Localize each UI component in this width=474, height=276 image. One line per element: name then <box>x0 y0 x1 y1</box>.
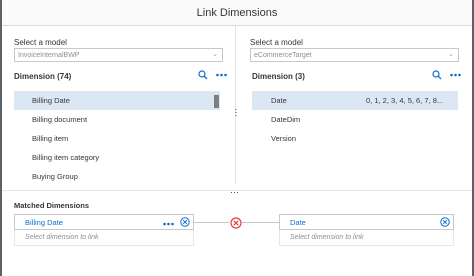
placeholder-text: Select dimension to link <box>25 234 99 241</box>
left-select-dimension-placeholder[interactable]: Select dimension to link <box>14 230 194 246</box>
list-item-label: Version <box>271 134 297 143</box>
list-item-label: Billing document <box>32 115 88 124</box>
left-model-select-value: InvoiceInternalBWP <box>18 51 80 59</box>
more-options-icon[interactable] <box>216 73 227 77</box>
chevron-down-icon: ⌄ <box>212 51 218 58</box>
matched-left-dimension[interactable]: Billing Date <box>14 214 194 230</box>
link-dimensions-dialog: Link Dimensions Select a model InvoiceIn… <box>2 0 472 276</box>
horizontal-divider <box>2 190 472 191</box>
search-icon[interactable] <box>432 70 442 80</box>
matched-left-label: Billing Date <box>25 217 63 227</box>
right-select-label: Select a model <box>250 38 303 47</box>
more-options-icon[interactable] <box>450 73 461 77</box>
dialog-title: Link Dimensions <box>196 6 278 19</box>
right-model-select[interactable]: eCommerceTarget ⌄ <box>250 48 459 62</box>
horizontal-resize-handle[interactable]: ··· <box>230 187 239 197</box>
list-item-label: DateDim <box>271 115 301 124</box>
left-dimension-header: Dimension (74) <box>14 72 72 81</box>
list-item[interactable]: Version <box>252 129 458 148</box>
right-dimension-list: Date 0, 1, 2, 3, 4, 5, 6, 7, 8... DateDi… <box>252 91 458 148</box>
dialog-header: Link Dimensions <box>2 0 472 26</box>
list-item-label: Billing Date <box>32 96 70 105</box>
list-item[interactable]: Date 0, 1, 2, 3, 4, 5, 6, 7, 8... <box>252 91 458 110</box>
list-item[interactable]: Billing document <box>14 110 220 129</box>
search-icon[interactable] <box>198 70 208 80</box>
matched-right-label: Date <box>290 217 306 227</box>
list-item-label: Billing item <box>32 134 69 143</box>
link-connector <box>242 222 279 223</box>
matched-dimensions-title: Matched Dimensions <box>14 201 90 210</box>
right-model-select-value: eCommerceTarget <box>254 51 312 59</box>
vertical-resize-handle[interactable]: · · · <box>233 105 239 120</box>
link-connector <box>194 222 229 223</box>
list-item[interactable]: Billing Date <box>14 91 220 110</box>
list-item[interactable]: Buying Group <box>14 167 220 186</box>
more-options-icon[interactable] <box>163 219 174 228</box>
list-item-label: Billing item category <box>32 153 100 162</box>
placeholder-text: Select dimension to link <box>290 234 364 241</box>
right-select-dimension-placeholder[interactable]: Select dimension to link <box>279 230 454 246</box>
left-model-pane: Select a model InvoiceInternalBWP ⌄ Dime… <box>2 26 234 184</box>
remove-icon[interactable] <box>180 217 190 229</box>
left-model-select[interactable]: InvoiceInternalBWP ⌄ <box>14 48 223 62</box>
matched-right-dimension[interactable]: Date <box>279 214 454 230</box>
right-model-pane: Select a model eCommerceTarget ⌄ Dimensi… <box>240 26 472 184</box>
list-item[interactable]: Billing item <box>14 129 220 148</box>
scrollbar-thumb[interactable] <box>214 95 219 108</box>
chevron-down-icon: ⌄ <box>448 51 454 58</box>
list-item-label: Date <box>271 96 287 105</box>
left-select-label: Select a model <box>14 38 67 47</box>
unlink-icon[interactable] <box>230 216 242 229</box>
dimension-values-preview: 0, 1, 2, 3, 4, 5, 6, 7, 8... <box>366 96 444 105</box>
list-item[interactable]: DateDim <box>252 110 458 129</box>
left-dimension-list: Billing Date Billing document Billing it… <box>14 91 220 186</box>
right-dimension-header: Dimension (3) <box>252 72 305 81</box>
list-item[interactable]: Billing item category <box>14 148 220 167</box>
remove-icon[interactable] <box>440 217 450 229</box>
list-item-label: Buying Group <box>32 172 78 181</box>
